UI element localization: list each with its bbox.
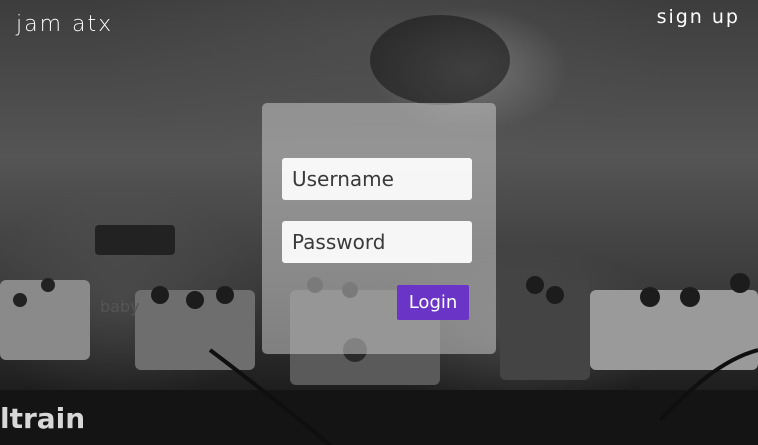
brand-logo[interactable]: jam atx — [16, 12, 113, 37]
knob — [526, 276, 544, 294]
login-card: Login — [262, 103, 496, 354]
knob — [640, 287, 660, 307]
pedal-left — [0, 280, 90, 360]
pedal-right-dark — [500, 280, 590, 380]
knob — [216, 286, 234, 304]
knob — [13, 293, 27, 307]
pedal-dark-top — [95, 225, 175, 255]
knob — [41, 278, 55, 292]
pedalboard-base — [0, 390, 758, 445]
signup-link[interactable]: sign up — [657, 6, 740, 28]
pedalboard-brand-text: ltrain — [0, 402, 85, 435]
password-input[interactable] — [282, 221, 472, 263]
login-button[interactable]: Login — [397, 285, 469, 320]
knob — [186, 291, 204, 309]
pedal-badge-text: baby — [100, 297, 140, 316]
knob — [546, 286, 564, 304]
username-input[interactable] — [282, 158, 472, 200]
knob — [730, 273, 750, 293]
shoe-shape — [370, 15, 510, 105]
knob — [151, 286, 169, 304]
knob — [680, 287, 700, 307]
